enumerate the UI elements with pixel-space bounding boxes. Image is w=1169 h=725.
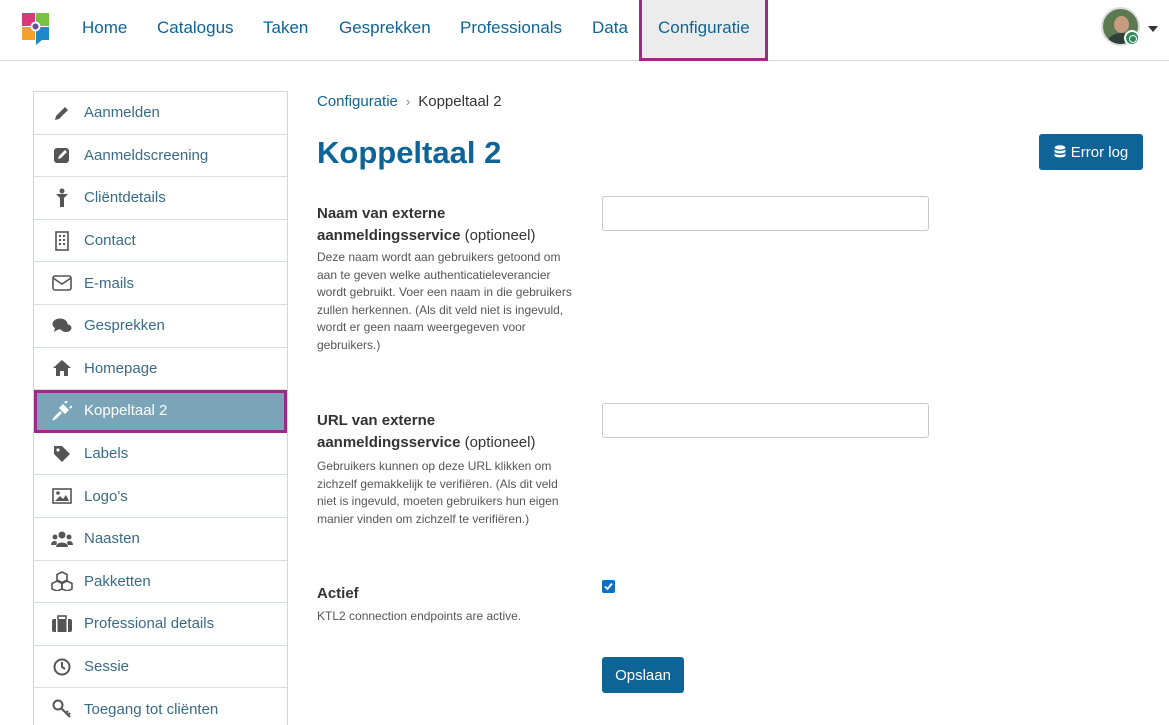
nav-catalogus[interactable]: Catalogus [146,0,245,61]
name-label-text: Naam van externe aanmeldingsservice [317,205,461,244]
app-logo[interactable] [20,11,52,45]
sidebar-item-label: Contact [84,232,136,250]
active-checkbox[interactable] [602,580,615,593]
nav-professionals[interactable]: Professionals [449,0,573,61]
sidebar-item-label: E-mails [84,274,135,292]
breadcrumb-current: Koppeltaal 2 [418,93,502,110]
breadcrumb-parent[interactable]: Configuratie [317,93,398,110]
sidebar-item-label: Labels [84,445,129,463]
name-field-label: Naam van externe aanmeldingsservice (opt… [317,203,567,247]
sidebar-item-label: Homepage [84,359,158,377]
save-button[interactable]: Opslaan [602,657,684,693]
image-icon [51,486,73,506]
person-icon [51,188,73,208]
config-sidebar: Aanmelden Aanmeldscreening Cliëntdetails… [33,91,288,725]
external-login-url-input[interactable] [602,403,929,438]
page-title: Koppeltaal 2 [317,135,502,170]
nav-configuratie[interactable]: Configuratie [639,0,768,61]
sidebar-item-label: Pakketten [84,572,151,590]
url-optional-text: (optioneel) [464,434,536,451]
comments-icon [51,316,73,336]
home-icon [51,358,73,378]
sidebar-item-pakketten[interactable]: Pakketten [34,560,287,604]
sidebar-item-label: Toegang tot cliënten [84,700,219,718]
sidebar-item-clientdetails[interactable]: Cliëntdetails [34,177,287,220]
name-optional-text: (optioneel) [464,227,536,244]
nav-gesprekken[interactable]: Gesprekken [328,0,442,61]
checkmark-icon [604,582,613,591]
eye-badge-icon [1124,30,1140,46]
database-icon [1054,144,1066,157]
users-icon [51,529,73,549]
sidebar-item-emails[interactable]: E-mails [34,262,287,305]
envelope-icon [51,273,73,293]
pencil-icon [51,103,73,123]
error-log-button[interactable]: Error log [1039,134,1143,170]
sidebar-item-aanmeldscreening[interactable]: Aanmeldscreening [34,134,287,178]
top-navbar: Home Catalogus Taken Gesprekken Professi… [0,0,1169,61]
sidebar-item-label: Cliëntdetails [84,189,166,207]
nav-home[interactable]: Home [71,0,138,61]
sidebar-item-label: Professional details [84,615,215,633]
active-field-label: Actief [317,585,359,602]
sidebar-item-toegang-tot-clienten[interactable]: Toegang tot cliënten [34,688,287,725]
name-help-text: Deze naam wordt aan gebruikers getoond o… [317,250,572,352]
sidebar-item-label: Gesprekken [84,317,165,335]
url-help-text: Gebruikers kunnen op deze URL klikken om… [317,459,559,526]
sidebar-item-label: Koppeltaal 2 [84,402,168,420]
sidebar-item-gesprekken[interactable]: Gesprekken [34,304,287,348]
clock-icon [51,657,73,677]
url-field-label: URL van externe aanmeldingsservice (opti… [317,410,567,454]
nav-taken[interactable]: Taken [252,0,319,61]
sidebar-item-label: Naasten [84,530,140,548]
sidebar-item-sessie[interactable]: Sessie [34,645,287,689]
tag-icon [51,444,73,464]
sidebar-item-homepage[interactable]: Homepage [34,347,287,391]
briefcase-icon [51,614,73,634]
sidebar-item-label: Logo's [84,487,128,505]
sidebar-item-professional-details[interactable]: Professional details [34,603,287,646]
nav-data[interactable]: Data [581,0,639,61]
error-log-label: Error log [1070,143,1129,161]
sidebar-item-aanmelden[interactable]: Aanmelden [34,92,287,135]
sidebar-item-label: Aanmelden [84,104,160,122]
sidebar-item-label: Aanmeldscreening [84,146,209,164]
plug-icon [51,400,73,421]
sidebar-item-contact[interactable]: Contact [34,219,287,263]
active-help-text: KTL2 connection endpoints are active. [317,609,522,623]
sidebar-item-naasten[interactable]: Naasten [34,517,287,561]
breadcrumb: Configuratie › Koppeltaal 2 [317,93,502,110]
url-label-text: URL van externe aanmeldingsservice [317,412,461,451]
cubes-icon [51,571,73,592]
edit-square-icon [51,145,73,165]
key-icon [51,699,73,719]
sidebar-item-logos[interactable]: Logo's [34,475,287,518]
sidebar-item-koppeltaal-2[interactable]: Koppeltaal 2 [34,390,287,433]
building-icon [51,230,73,251]
chevron-right-icon: › [405,94,411,109]
external-login-name-input[interactable] [602,196,929,231]
sidebar-item-labels[interactable]: Labels [34,432,287,476]
sidebar-item-label: Sessie [84,658,130,676]
user-menu-caret-icon[interactable] [1148,26,1158,32]
